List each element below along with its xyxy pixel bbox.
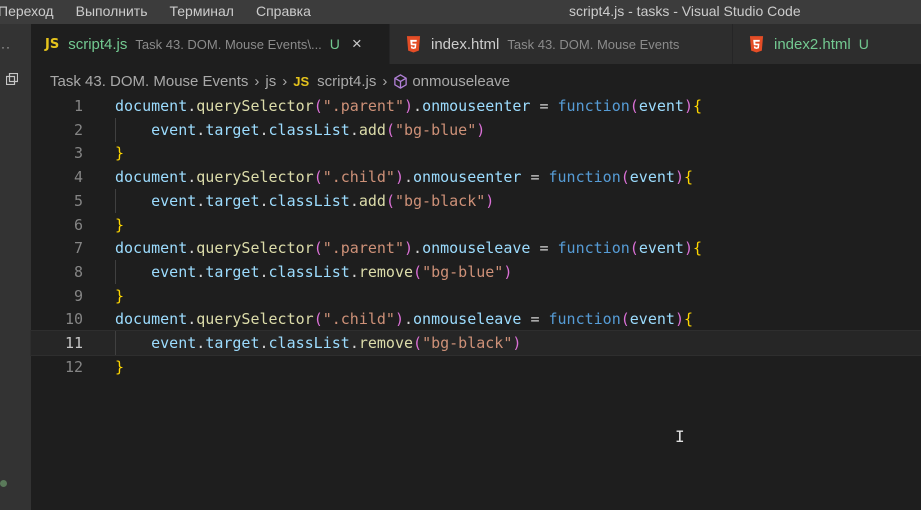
code-text[interactable]: }: [115, 355, 124, 379]
code-text[interactable]: }: [115, 284, 124, 308]
line-number: 2: [73, 120, 83, 139]
code-text[interactable]: event.target.classList.add("bg-blue"): [115, 118, 485, 142]
code-text[interactable]: document.querySelector(".child").onmouse…: [115, 165, 693, 189]
title-bar: Переход Выполнить Терминал Справка scrip…: [0, 0, 921, 24]
line-number: 6: [73, 215, 83, 234]
tab-index2-html[interactable]: index2.html U: [733, 24, 921, 64]
code-text[interactable]: document.querySelector(".parent").onmous…: [115, 236, 702, 260]
code-line[interactable]: 8 event.target.classList.remove("bg-blue…: [31, 259, 921, 284]
html5-icon: [749, 35, 764, 52]
line-number: 9: [73, 286, 83, 305]
line-number: 1: [73, 97, 83, 115]
code-line[interactable]: 1 document.querySelector(".parent").onmou…: [31, 94, 921, 118]
chevron-right-icon: ›: [282, 72, 288, 90]
text-cursor-icon: I: [675, 427, 685, 446]
code-text[interactable]: event.target.classList.remove("bg-blue"): [115, 260, 512, 284]
code-line[interactable]: 12}: [31, 355, 921, 379]
code-editor[interactable]: 1 document.querySelector(".parent").onmou…: [30, 94, 921, 510]
line-number: 7: [73, 239, 83, 258]
code-line[interactable]: 3}: [31, 141, 921, 165]
menu-item-run[interactable]: Выполнить: [76, 3, 148, 19]
js-file-icon: JS: [45, 36, 60, 52]
menu-item-terminal[interactable]: Терминал: [170, 3, 234, 19]
split-editor-icon[interactable]: [6, 73, 18, 85]
breadcrumb-folder[interactable]: Task 43. DOM. Mouse Events: [50, 73, 248, 90]
menu-bar: Переход Выполнить Терминал Справка: [0, 3, 333, 19]
tab-index-html[interactable]: index.html Task 43. DOM. Mouse Events: [390, 24, 732, 64]
code-line[interactable]: 5 event.target.classList.add("bg-black"): [31, 188, 921, 213]
code-text[interactable]: event.target.classList.remove("bg-black"…: [115, 331, 521, 355]
js-file-icon: JS: [293, 73, 310, 89]
code-line[interactable]: 2 event.target.classList.add("bg-blue"): [31, 117, 921, 142]
tab-description: Task 43. DOM. Mouse Events\...: [135, 36, 322, 52]
line-number: 11: [64, 334, 83, 352]
breadcrumb: Task 43. DOM. Mouse Events › js › JS scr…: [31, 64, 921, 98]
line-number: 5: [73, 191, 83, 210]
code-text[interactable]: }: [115, 141, 124, 165]
chevron-right-icon: ›: [254, 72, 260, 90]
editor-tab-bar: JS script4.js Task 43. DOM. Mouse Events…: [31, 24, 921, 64]
html5-icon: [406, 35, 421, 52]
breadcrumb-subfolder[interactable]: js: [265, 73, 276, 90]
symbol-method-icon: [394, 73, 408, 89]
line-number: 3: [73, 144, 83, 163]
status-dot-icon: [0, 480, 7, 487]
line-number: 8: [73, 262, 83, 281]
close-icon[interactable]: ×: [352, 34, 362, 54]
line-number: 10: [64, 310, 83, 329]
untracked-badge: U: [858, 36, 869, 52]
tab-description: Task 43. DOM. Mouse Events: [507, 36, 680, 52]
window-title: script4.js - tasks - Visual Studio Code: [569, 3, 801, 19]
breadcrumb-file[interactable]: script4.js: [317, 73, 376, 90]
code-line[interactable]: 10 document.querySelector(".child").onmou…: [31, 307, 921, 331]
code-text[interactable]: document.querySelector(".child").onmouse…: [115, 307, 693, 331]
activity-bar: ··: [0, 24, 31, 510]
tab-script4-js[interactable]: JS script4.js Task 43. DOM. Mouse Events…: [31, 24, 389, 64]
code-text[interactable]: }: [115, 213, 124, 237]
menu-item-go[interactable]: Переход: [0, 3, 54, 19]
chevron-right-icon: ›: [382, 72, 388, 90]
code-line[interactable]: 7 document.querySelector(".parent").onmou…: [31, 236, 921, 260]
tab-filename: script4.js: [68, 35, 128, 53]
tab-filename: index.html: [431, 35, 500, 53]
tab-filename: index2.html: [774, 35, 851, 53]
untracked-badge: U: [329, 36, 340, 52]
code-line[interactable]: 9}: [31, 284, 921, 308]
code-text[interactable]: document.querySelector(".parent").onmous…: [115, 94, 702, 118]
more-icon[interactable]: ··: [1, 40, 11, 54]
line-number: 12: [64, 357, 83, 376]
code-line[interactable]: 6}: [31, 213, 921, 237]
line-number: 4: [73, 168, 83, 187]
code-line[interactable]: 11 event.target.classList.remove("bg-bla…: [30, 330, 921, 356]
menu-item-help[interactable]: Справка: [256, 3, 311, 19]
breadcrumb-symbol[interactable]: onmouseleave: [412, 73, 510, 90]
code-text[interactable]: event.target.classList.add("bg-black"): [115, 189, 494, 213]
code-line[interactable]: 4 document.querySelector(".child").onmous…: [31, 165, 921, 189]
